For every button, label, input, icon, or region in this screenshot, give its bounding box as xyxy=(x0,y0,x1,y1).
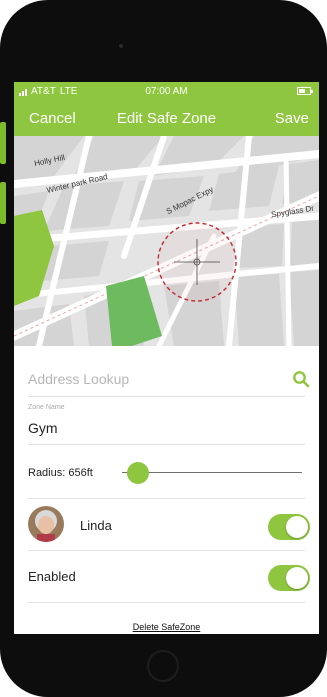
divider xyxy=(28,602,305,603)
nav-bar: Cancel Edit Safe Zone Save xyxy=(14,102,319,136)
zone-name-caption: Zone Name xyxy=(28,404,65,411)
phone-frame: AT&T LTE 07:00 AM Cancel Edit Safe Zone … xyxy=(0,0,327,697)
enabled-toggle[interactable] xyxy=(268,565,310,591)
battery-icon xyxy=(297,87,313,95)
volume-up-side-button xyxy=(0,122,6,164)
divider xyxy=(28,444,305,445)
person-toggle[interactable] xyxy=(268,514,310,540)
divider xyxy=(28,550,305,551)
volume-down-side-button xyxy=(0,182,6,224)
camera-dot xyxy=(119,44,123,48)
search-icon[interactable] xyxy=(292,370,310,388)
radius-slider[interactable] xyxy=(122,462,302,484)
status-bar: AT&T LTE 07:00 AM xyxy=(14,82,319,102)
avatar xyxy=(28,506,64,542)
map-graphic xyxy=(14,136,319,346)
address-lookup-input[interactable] xyxy=(28,366,278,392)
delete-safezone-link[interactable]: Delete SafeZone xyxy=(14,622,319,632)
person-name: Linda xyxy=(80,518,112,533)
save-button[interactable]: Save xyxy=(275,110,309,127)
slider-thumb[interactable] xyxy=(127,462,150,484)
divider xyxy=(28,498,305,499)
radius-label: Radius: 656ft xyxy=(28,467,93,479)
map-view[interactable]: Holly Hill Winter park Road S Mopac Expy… xyxy=(14,136,319,346)
divider xyxy=(28,396,305,397)
page-title: Edit Safe Zone xyxy=(116,110,217,127)
enabled-label: Enabled xyxy=(28,569,76,584)
zone-name-field[interactable]: Gym xyxy=(28,420,58,436)
app-screen: AT&T LTE 07:00 AM Cancel Edit Safe Zone … xyxy=(14,82,319,634)
home-button[interactable] xyxy=(147,650,179,682)
status-time: 07:00 AM xyxy=(145,86,188,97)
